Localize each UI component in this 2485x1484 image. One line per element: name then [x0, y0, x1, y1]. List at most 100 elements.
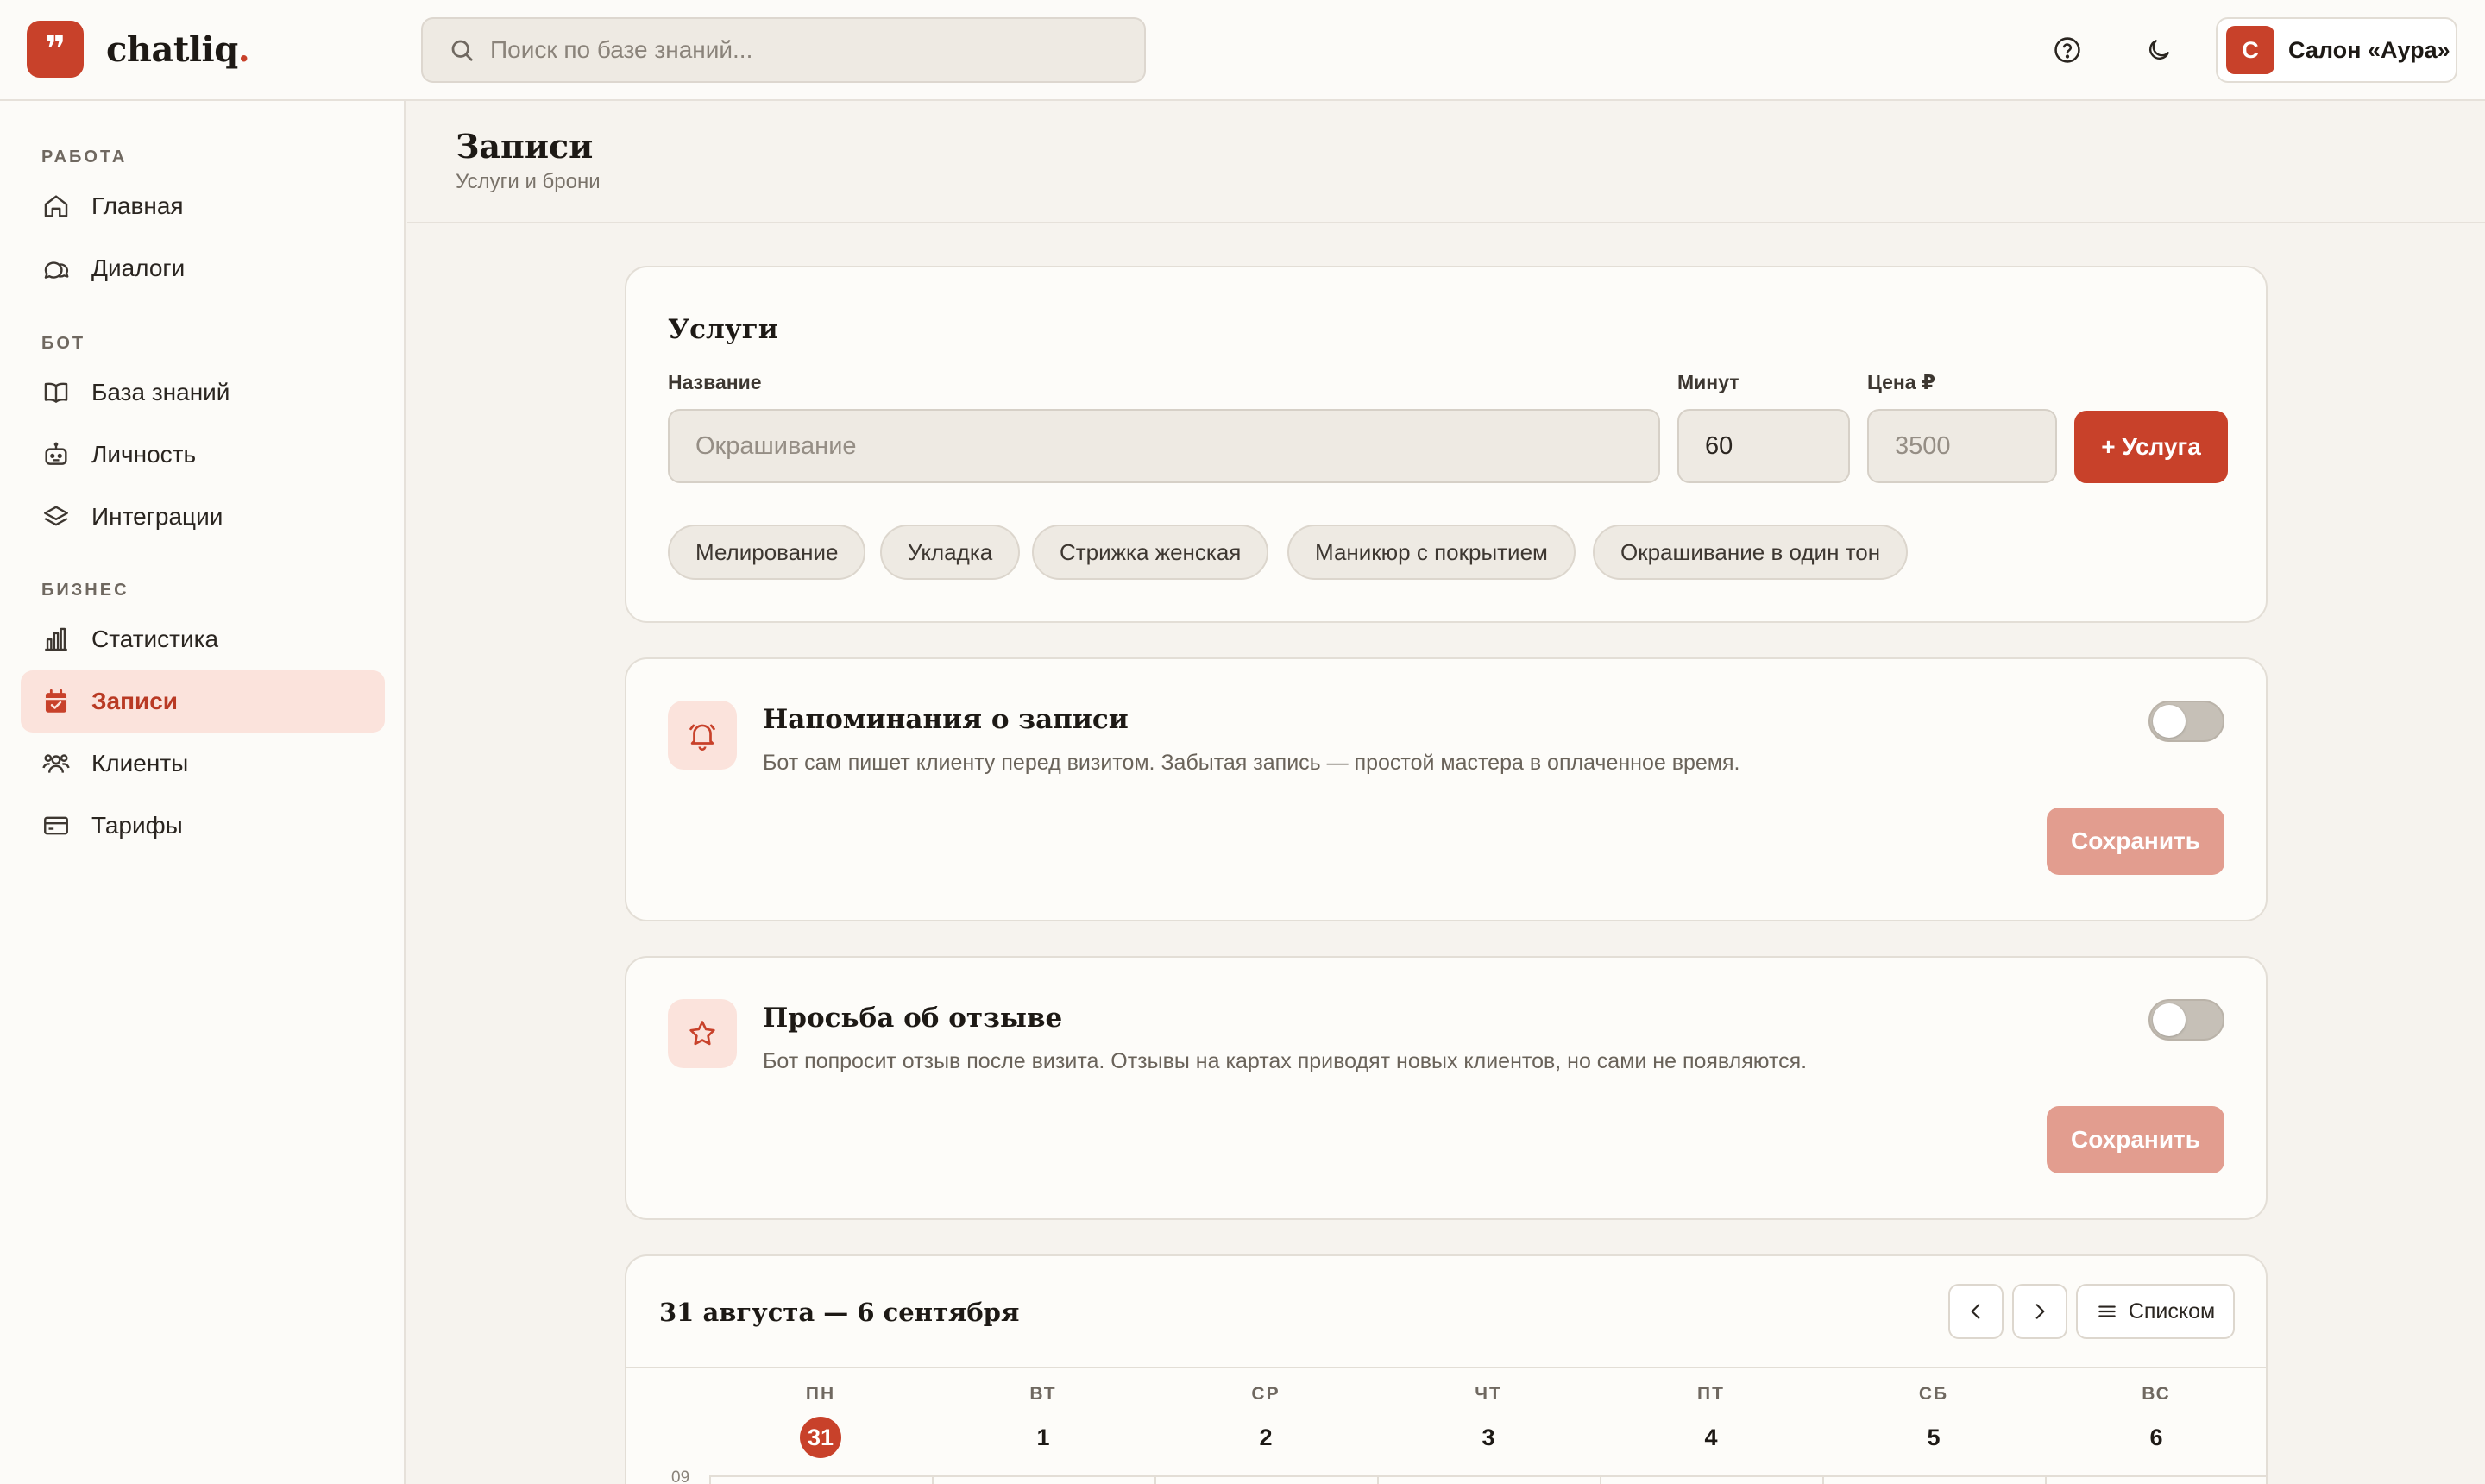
day-name: ВТ: [1029, 1384, 1057, 1404]
review-request-save-button[interactable]: Сохранить: [2047, 1106, 2224, 1173]
bar-chart-icon: [45, 627, 67, 651]
sidebar-item-label: Главная: [91, 192, 184, 219]
toggle-knob: [2153, 1003, 2186, 1036]
day-name: ЧТ: [1475, 1384, 1502, 1404]
sidebar-item-label: База знаний: [91, 379, 230, 406]
list-view-button[interactable]: Списком: [2076, 1284, 2235, 1339]
grid-line: [709, 1475, 2266, 1477]
reminders-toggle[interactable]: [2148, 701, 2224, 742]
chevron-right-icon: [2035, 1304, 2045, 1319]
book-icon: [44, 382, 68, 403]
review-request-description: Бот попросит отзыв после визита. Отзывы …: [763, 1049, 1808, 1073]
day-number: 6: [2149, 1424, 2163, 1450]
page-title: Записи: [456, 127, 594, 166]
sidebar-item-statistics[interactable]: Статистика: [21, 608, 385, 670]
reminders-title: Напоминания о записи: [763, 704, 1129, 735]
services-title: Услуги: [668, 314, 778, 345]
grid-line: [1377, 1477, 1379, 1484]
account-switcher[interactable]: С Салон «Аура»: [2216, 17, 2457, 83]
day-name: СБ: [1918, 1384, 1949, 1404]
services-card: Услуги Название Минут Цена ₽ + Услуга Ме…: [625, 266, 2268, 623]
review-request-toggle[interactable]: [2148, 999, 2224, 1041]
search-bar[interactable]: [421, 17, 1146, 83]
search-icon: [451, 40, 473, 61]
day-name: ВС: [2142, 1384, 2171, 1404]
review-request-card: Просьба об отзыве Бот попросит отзыв пос…: [625, 956, 2268, 1220]
sidebar-item-integrations[interactable]: Интеграции: [21, 486, 385, 548]
grid-line: [1822, 1477, 1824, 1484]
day-number-today: 31: [800, 1417, 841, 1458]
next-week-button[interactable]: [2012, 1284, 2067, 1339]
logo-quote-icon: ❞: [27, 21, 84, 78]
toggle-knob: [2153, 705, 2186, 738]
page-subtitle: Услуги и брони: [456, 170, 601, 193]
logo[interactable]: ❞ chatliq.: [27, 21, 250, 78]
chat-icon: [44, 261, 69, 279]
day-name: ПН: [805, 1384, 836, 1404]
sidebar-item-tariffs[interactable]: Тарифы: [21, 795, 385, 857]
avatar: С: [2226, 26, 2274, 74]
day-header[interactable]: СР 2: [1154, 1384, 1377, 1458]
bot-icon: [45, 442, 67, 465]
reminders-card: Напоминания о записи Бот сам пишет клиен…: [625, 657, 2268, 921]
sidebar-item-label: Диалоги: [91, 255, 186, 281]
sidebar-item-label: Личность: [91, 441, 197, 468]
account-name: Салон «Аура»: [2288, 36, 2450, 63]
service-minutes-label: Минут: [1677, 371, 1740, 393]
day-header[interactable]: ПТ 4: [1600, 1384, 1822, 1458]
sidebar-item-dialogs[interactable]: Диалоги: [21, 237, 385, 299]
search-input[interactable]: [490, 36, 1111, 64]
reminders-save-button[interactable]: Сохранить: [2047, 808, 2224, 875]
day-header[interactable]: ЧТ 3: [1377, 1384, 1600, 1458]
sidebar-section-title: РАБОТА: [41, 148, 128, 167]
add-service-button[interactable]: + Услуга: [2074, 411, 2228, 483]
grid-line: [1154, 1477, 1156, 1484]
service-chip[interactable]: Стрижка женская: [1032, 525, 1269, 580]
sidebar-item-clients[interactable]: Клиенты: [21, 733, 385, 795]
service-chip[interactable]: Маникюр с покрытием: [1287, 525, 1576, 580]
grid-line: [1600, 1477, 1601, 1484]
day-header[interactable]: СБ 5: [1822, 1384, 2045, 1458]
sidebar-section-title: БИЗНЕС: [41, 581, 129, 600]
service-chip[interactable]: Мелирование: [668, 525, 866, 580]
help-circle-icon[interactable]: [2048, 31, 2086, 69]
service-price-label: Цена ₽: [1867, 371, 1935, 393]
day-number: 1: [1036, 1424, 1050, 1450]
day-header[interactable]: ВС 6: [2045, 1384, 2268, 1458]
list-view-label: Списком: [2128, 1298, 2216, 1324]
sidebar-item-bookings[interactable]: Записи: [21, 670, 385, 733]
day-number: 3: [1482, 1424, 1495, 1450]
service-price-input[interactable]: [1867, 409, 2057, 483]
day-header[interactable]: ПН 31: [709, 1384, 932, 1458]
calendar-icon: [45, 689, 67, 713]
users-icon: [42, 754, 70, 773]
review-request-title: Просьба об отзыве: [763, 1003, 1063, 1034]
layers-icon: [44, 506, 68, 526]
grid-line: [932, 1477, 934, 1484]
service-minutes-input[interactable]: [1677, 409, 1850, 483]
moon-icon[interactable]: [2140, 31, 2178, 69]
day-header[interactable]: ВТ 1: [932, 1384, 1154, 1458]
service-name-input[interactable]: [668, 409, 1660, 483]
sidebar-item-personality[interactable]: Личность: [21, 424, 385, 486]
service-chip[interactable]: Укладка: [880, 525, 1021, 580]
sidebar: РАБОТА Главная Диалоги БОТ База знаний Л…: [0, 101, 406, 1484]
home-icon: [44, 195, 68, 217]
card-icon: [44, 816, 68, 835]
sidebar-item-knowledge-base[interactable]: База знаний: [21, 362, 385, 424]
chevron-left-icon: [1971, 1304, 1980, 1319]
bell-icon: [668, 701, 737, 770]
day-number: 5: [1927, 1424, 1941, 1450]
day-number: 4: [1704, 1424, 1718, 1450]
grid-line: [709, 1477, 711, 1484]
top-bar: ❞ chatliq. С Салон «Аура»: [0, 0, 2485, 101]
day-number: 2: [1259, 1424, 1273, 1450]
prev-week-button[interactable]: [1948, 1284, 2004, 1339]
service-chip[interactable]: Окрашивание в один тон: [1593, 525, 1909, 580]
grid-line: [2045, 1477, 2047, 1484]
sidebar-item-home[interactable]: Главная: [21, 175, 385, 237]
sidebar-section-title: БОТ: [41, 334, 86, 353]
calendar-range: 31 августа — 6 сентября: [659, 1298, 1020, 1327]
service-name-label: Название: [668, 371, 762, 393]
sidebar-item-label: Тарифы: [91, 812, 183, 839]
